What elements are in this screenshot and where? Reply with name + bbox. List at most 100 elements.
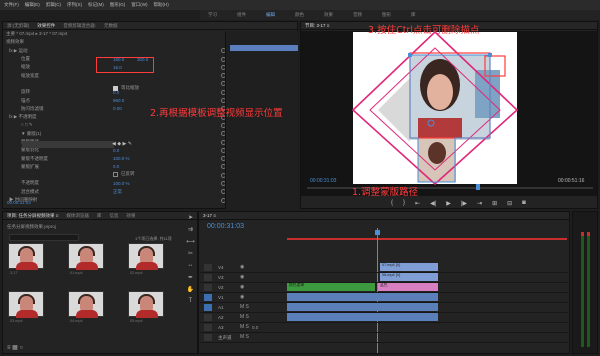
clip-audio-a3[interactable] xyxy=(287,313,438,321)
step-forward-icon[interactable]: |▶ xyxy=(461,200,467,207)
type-tool-icon[interactable]: T xyxy=(187,297,195,305)
track-label[interactable]: V3 xyxy=(218,275,224,280)
track-label[interactable]: A2 xyxy=(218,315,224,320)
go-to-in-icon[interactable]: ⇤ xyxy=(415,200,420,207)
effect-row-value[interactable]: 100.0 % xyxy=(113,156,130,161)
effect-panel-tabs: 源:(无剪辑) 效果控件 音频剪辑混合器: 元数据 xyxy=(3,22,297,30)
timeline-tab[interactable]: 3-17 ≡ xyxy=(203,213,216,218)
clip-audio-a2[interactable] xyxy=(287,303,438,311)
track-target-toggle[interactable] xyxy=(204,294,212,301)
selection-tool-icon[interactable]: ➤ xyxy=(187,213,195,221)
track-label[interactable]: A1 xyxy=(218,305,224,310)
project-thumbnail[interactable] xyxy=(8,291,44,318)
project-thumbnail[interactable] xyxy=(68,291,104,318)
track-select-tool-icon[interactable]: ⇉ xyxy=(187,225,195,233)
tab-libraries[interactable]: 库 xyxy=(97,213,102,219)
track-label[interactable]: V1 xyxy=(218,295,224,300)
track-label[interactable]: V2 xyxy=(218,285,224,290)
pen-tool-icon[interactable]: ✒ xyxy=(187,273,195,281)
track-target-toggle[interactable] xyxy=(204,284,212,291)
mask-vertex-handle[interactable] xyxy=(408,53,412,57)
project-thumbnail[interactable] xyxy=(8,243,44,270)
menu-edit[interactable]: 编辑(E) xyxy=(25,2,40,8)
track-visibility-icon[interactable]: ◉ xyxy=(240,284,244,290)
effect-row-value[interactable]: 正常 xyxy=(113,189,122,195)
track-target-toggle[interactable] xyxy=(204,334,212,341)
go-to-out-icon[interactable]: ⇥ xyxy=(477,200,482,207)
play-icon[interactable]: ▶ xyxy=(446,200,451,207)
uniform-scale-checkbox[interactable] xyxy=(113,86,118,91)
work-area-bar[interactable] xyxy=(287,238,567,240)
track-visibility-icon[interactable]: ◉ xyxy=(240,294,244,300)
menu-clip[interactable]: 剪辑(C) xyxy=(46,2,61,8)
workspace-editing[interactable]: 编辑 xyxy=(266,12,275,18)
tab-source[interactable]: 源:(无剪辑) xyxy=(7,23,29,29)
workspace-assembly[interactable]: 组件 xyxy=(237,12,246,18)
clip-06[interactable]: 06.mp4 [V] xyxy=(380,273,438,281)
extract-icon[interactable]: ⊟ xyxy=(507,200,512,207)
track-target-toggle[interactable] xyxy=(204,274,212,281)
tab-effect-controls[interactable]: 效果控件 xyxy=(37,23,55,29)
track-target-toggle[interactable] xyxy=(204,324,212,331)
menu-graphics[interactable]: 图形(G) xyxy=(110,2,126,8)
workspace-libraries[interactable]: 库 xyxy=(411,12,416,18)
timeline-playhead-handle[interactable] xyxy=(375,230,380,235)
clip-07[interactable]: 07.mp4 [V] xyxy=(380,263,438,271)
effect-row-value[interactable]: 960.0 xyxy=(113,98,124,103)
tab-effects[interactable]: 效果 xyxy=(126,213,135,219)
track-label[interactable]: A3 xyxy=(218,325,224,330)
project-footer-icons[interactable]: ≡ ▦ ○ xyxy=(7,344,23,351)
annotation-step2: 2.再根据模板调整视频显示位置 xyxy=(150,108,283,119)
effect-row-value[interactable]: 0.0 xyxy=(113,148,119,153)
track-visibility-icon[interactable]: ◉ xyxy=(240,274,244,280)
effect-row-value[interactable]: 0.0 xyxy=(113,164,119,169)
track-mute-solo-icon[interactable]: M S xyxy=(240,314,249,320)
mask-vertex-handle[interactable] xyxy=(488,53,492,57)
menu-window[interactable]: 窗口(W) xyxy=(131,2,147,8)
workspace-learn[interactable]: 学习 xyxy=(208,12,217,18)
tab-info[interactable]: 信息 xyxy=(109,213,118,219)
slip-tool-icon[interactable]: ↔ xyxy=(187,261,195,269)
workspace-graphics[interactable]: 图形 xyxy=(382,12,391,18)
track-mute-solo-icon[interactable]: M S xyxy=(240,324,249,330)
camera-icon[interactable]: ◙ xyxy=(522,200,526,207)
inverted-checkbox[interactable] xyxy=(113,172,118,177)
track-mute-solo-icon[interactable]: M S xyxy=(240,304,249,310)
project-thumbnail[interactable] xyxy=(68,243,104,270)
track-visibility-icon[interactable]: ◉ xyxy=(240,264,244,270)
menu-sequence[interactable]: 序列(S) xyxy=(67,2,82,8)
razor-tool-icon[interactable]: ✂ xyxy=(187,249,195,257)
track-target-toggle[interactable] xyxy=(204,314,212,321)
menu-file[interactable]: 文件(F) xyxy=(4,2,19,8)
project-thumbnail[interactable] xyxy=(128,291,164,318)
ripple-edit-tool-icon[interactable]: ⟷ xyxy=(186,237,195,245)
tab-media-browser[interactable]: 媒体浏览器 xyxy=(66,213,89,219)
tab-audio-mixer[interactable]: 音频剪辑混合器: xyxy=(63,23,96,29)
program-canvas[interactable] xyxy=(300,30,598,190)
step-back-icon[interactable]: ◀| xyxy=(430,200,436,207)
project-search-input[interactable] xyxy=(9,234,79,241)
menu-marker[interactable]: 标记(M) xyxy=(88,2,104,8)
tab-project[interactable]: 项目: 任务分屏视频效果 ≡ xyxy=(7,213,58,219)
track-label[interactable]: V4 xyxy=(218,265,224,270)
project-thumbnail[interactable] xyxy=(128,243,164,270)
effect-row-value[interactable]: 100.0 % xyxy=(113,181,130,186)
clip-color-matte[interactable]: 颜色遮罩 xyxy=(287,283,375,291)
tab-metadata[interactable]: 元数据 xyxy=(104,23,118,29)
clip-blue[interactable]: 蓝色 xyxy=(378,283,438,291)
track-target-toggle[interactable] xyxy=(204,304,212,311)
effect-row-value[interactable]: 0.00 xyxy=(113,106,122,111)
workspace-effects[interactable]: 效果 xyxy=(324,12,333,18)
mask-path-controls[interactable]: ◀ ◆ ▶ ✎ xyxy=(112,141,132,147)
hand-tool-icon[interactable]: ✋ xyxy=(187,285,195,293)
menu-help[interactable]: 帮助(H) xyxy=(154,2,169,8)
workspace-audio[interactable]: 音频 xyxy=(353,12,362,18)
lift-icon[interactable]: ⊞ xyxy=(492,200,497,207)
workspace-color[interactable]: 颜色 xyxy=(295,12,304,18)
clip-audio-a1[interactable] xyxy=(287,293,438,301)
mark-in-icon[interactable]: { xyxy=(391,200,393,207)
track-mute-solo-icon[interactable]: M S xyxy=(240,334,249,340)
mark-out-icon[interactable]: } xyxy=(403,200,405,207)
track-target-toggle[interactable] xyxy=(204,264,212,271)
track-label[interactable]: 主声道 xyxy=(218,335,232,341)
